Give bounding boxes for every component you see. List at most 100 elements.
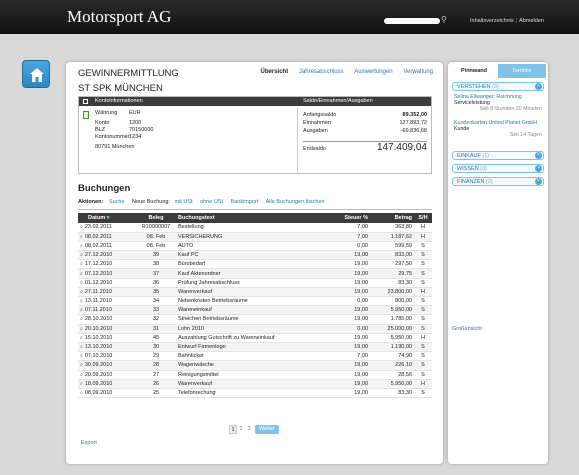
magnifier-icon[interactable]: ⌕ — [80, 344, 83, 350]
cell-beleg-value: 29 — [152, 353, 160, 360]
magnifier-icon[interactable]: ⌕ — [80, 252, 83, 258]
table-row[interactable]: ⌕ 28.10.2010 32 Streichen Betriebsräume 19,0… — [78, 314, 432, 325]
tab-pinnwand[interactable]: Pinnwand — [450, 64, 498, 78]
table-row[interactable]: ⌕ 20.10.2010 31 Lohn 2010 0,00 25.000,00 S — [78, 324, 432, 334]
column-header-beleg[interactable]: Beleg — [136, 213, 176, 223]
search-icon[interactable]: ⚲ — [441, 15, 447, 24]
collapse-icon[interactable] — [83, 99, 88, 104]
table-row[interactable]: ⌕ 20.09.2010 27 Reinigungsmittel 19,00 28,56 S — [78, 370, 432, 380]
table-row[interactable]: ⌕ 08.02.2011 08. Feb VERSICHERUNG 7,00 1.187,… — [78, 232, 432, 242]
tab-verwaltung[interactable]: Verwaltung — [403, 69, 433, 75]
cell-datum-value: 23.02.2011 — [84, 224, 112, 231]
table-row[interactable]: ⌕ 08.09.2010 25 Telefonrechung 19,00 83,30 S — [78, 388, 432, 399]
cell-datum-value: 17.12.2010 — [84, 261, 113, 268]
next-page-button[interactable]: Weiter — [255, 425, 279, 434]
table-row[interactable]: ⌕ 01.12.2010 36 Prüfung Jahresabschluss 19,0… — [78, 278, 432, 288]
chevron-down-icon: ˅ — [535, 165, 542, 172]
tab-jahresabschluss[interactable]: Jahresabschluss — [299, 69, 344, 75]
table-row[interactable]: ⌕ 07.12.2010 37 Kauf Aktenordner 19,00 29,75 S — [78, 268, 432, 279]
table-row[interactable]: ⌕ 17.12.2010 38 Bürobedarf 19,00 297,50 S — [78, 259, 432, 270]
magnifier-icon[interactable]: ⌕ — [80, 298, 83, 304]
link-abmelden[interactable]: Abmelden — [519, 18, 544, 24]
cell-betrag-value: 28,56 — [398, 371, 412, 378]
search-link[interactable]: Suche — [109, 199, 125, 205]
cell-steuer: 19,00 — [334, 305, 370, 316]
pagination: 1 2 3 Weiter — [229, 425, 279, 434]
cell-sh: H — [414, 333, 432, 343]
cell-beleg: 38 — [136, 259, 176, 270]
tab-uebersicht[interactable]: Übersicht — [261, 69, 289, 75]
magnifier-icon[interactable]: ⌕ — [80, 316, 83, 322]
table-row[interactable]: ⌕ 27.12.2010 39 Kauf PC 19,00 833,00 S — [78, 250, 432, 261]
table-row[interactable]: ⌕ 27.11.2010 35 Warenverkauf 19,00 23.800,00 H — [78, 287, 432, 298]
magnifier-icon[interactable]: ⌕ — [80, 261, 83, 267]
column-header-betrag[interactable]: Betrag — [370, 213, 414, 223]
magnifier-icon[interactable]: ⌕ — [80, 307, 83, 313]
cell-steuer: 19,00 — [334, 314, 370, 325]
new-without-vat-link[interactable]: ohne USt — [200, 199, 223, 205]
export-link[interactable]: Export — [81, 440, 97, 446]
table-row[interactable]: ⌕ 13.11.2010 34 Nebenkosten Betriebsräume 0,… — [78, 296, 432, 307]
table-row[interactable]: ⌕ 07.10.2010 29 Bahnticket 7,00 74,90 S — [78, 351, 432, 362]
magnifier-icon[interactable]: ⌕ — [80, 372, 83, 378]
new-with-vat-link[interactable]: mit USt — [175, 199, 193, 205]
magnifier-icon[interactable]: ⌕ — [80, 280, 83, 286]
cell-buchungstext-value: Auszahlung Gutschrift zu Wareneinkauf — [178, 334, 275, 341]
pinboard-note[interactable]: Kundenkarten United Planet GmbH Kunde Se… — [454, 120, 542, 138]
magnifier-icon[interactable]: ⌕ — [80, 326, 83, 332]
magnifier-icon[interactable]: ⌕ — [80, 289, 83, 295]
page-2[interactable]: 2 — [237, 425, 245, 434]
category-einkauf[interactable]: EINKAUF (1) ˅ — [452, 151, 544, 160]
page-3[interactable]: 3 — [245, 425, 253, 434]
cell-buchungstext-value: Kauf PC — [178, 252, 199, 259]
delete-all-link[interactable]: Alle Buchungen löschen — [266, 199, 325, 205]
column-header-datum[interactable]: Datum ▾ — [78, 213, 136, 223]
table-header: Datum ▾ Beleg Buchungstext Steuer % Betr… — [78, 213, 432, 223]
magnifier-icon[interactable]: ⌕ — [80, 381, 83, 387]
full-view-link[interactable]: Großansicht — [452, 326, 482, 332]
cell-steuer-value: 19,00 — [354, 288, 368, 295]
table-row[interactable]: ⌕ 18.09.2010 26 Warenverkauf 19,00 5.950,00 H — [78, 379, 432, 389]
value: 127.893,72 — [399, 120, 427, 126]
cell-buchungstext: Lohn 2010 — [176, 324, 334, 334]
magnifier-icon[interactable]: ⌕ — [80, 335, 83, 341]
category-finanzen[interactable]: FINANZEN (2) ˅ — [452, 177, 544, 186]
link-inhaltsverzeichnis[interactable]: Inhaltsverzeichnis — [470, 18, 514, 24]
cell-steuer: 19,00 — [334, 250, 370, 261]
magnifier-icon[interactable]: ⌕ — [80, 224, 83, 230]
home-button[interactable] — [22, 60, 50, 88]
magnifier-icon[interactable]: ⌕ — [80, 271, 83, 277]
column-header-sh[interactable]: S/H — [414, 213, 432, 223]
category-verstehen[interactable]: VERSTEHEN (3) ˄ — [452, 82, 544, 91]
tab-auswertungen[interactable]: Auswertungen — [354, 69, 392, 75]
table-row[interactable]: ⌕ 08.02.2011 08. Feb AUTO 0,00 599,59 S — [78, 241, 432, 252]
cell-datum: ⌕ 08.02.2011 — [78, 232, 136, 242]
magnifier-icon[interactable]: ⌕ — [80, 353, 83, 359]
table-row[interactable]: ⌕ 23.02.2011 R10000007 Bestellung 7,00 363,80… — [78, 223, 432, 233]
table-row[interactable]: ⌕ 13.10.2010 30 Entwurf Firmenlogo 19,00 1.19… — [78, 342, 432, 353]
cell-sh-value: H — [421, 380, 425, 387]
magnifier-icon[interactable]: ⌕ — [80, 362, 83, 368]
magnifier-icon[interactable]: ⌕ — [80, 390, 83, 396]
magnifier-icon[interactable]: ⌕ — [80, 234, 83, 240]
cell-buchungstext-value: Streichen Betriebsräume — [178, 316, 239, 323]
magnifier-icon[interactable]: ⌕ — [80, 243, 83, 249]
table-row[interactable]: ⌕ 15.10.2010 45 Auszahlung Gutschrift zu Wa… — [78, 333, 432, 343]
bank-import-link[interactable]: Bankimport — [231, 199, 259, 205]
tab-termine[interactable]: Termine — [498, 64, 546, 78]
cell-steuer-value: 19,00 — [354, 252, 368, 259]
cell-sh-value: S — [421, 242, 425, 249]
table-row[interactable]: ⌕ 30.09.2010 28 Wagenwäsche 19,00 226,10 S — [78, 360, 432, 371]
column-header-buchungstext[interactable]: Buchungstext — [176, 213, 334, 223]
cell-datum: ⌕ 30.09.2010 — [78, 360, 136, 371]
column-header-steuer[interactable]: Steuer % — [334, 213, 370, 223]
search-input[interactable] — [384, 18, 440, 24]
table-row[interactable]: ⌕ 07.11.2010 33 Wareneinkauf 19,00 5.950,00 S — [78, 305, 432, 316]
cell-beleg-value: 31 — [152, 325, 160, 332]
cell-beleg: 39 — [136, 250, 176, 261]
account-header-right: Saldo/Einnahmen/Ausgaben — [303, 98, 373, 104]
category-wissen[interactable]: WISSEN (3) ˅ — [452, 164, 544, 173]
page-1[interactable]: 1 — [229, 425, 237, 434]
divider — [78, 209, 432, 210]
pinboard-note[interactable]: Selina Ellwanger: Reichnung Serviceleist… — [454, 94, 542, 112]
